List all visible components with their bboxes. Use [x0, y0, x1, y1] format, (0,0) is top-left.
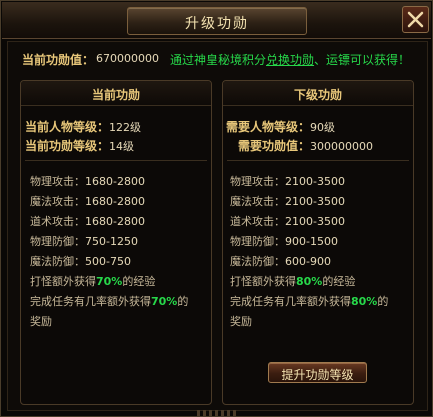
- stat-row: 物理攻击：1680-2800: [30, 173, 145, 189]
- bonus-text: 打怪额外获得: [30, 275, 96, 288]
- note-suffix: 、运镖可以获得！: [314, 53, 411, 67]
- current-merit-level-row: 当前功勋等级：14级: [25, 137, 134, 154]
- required-merit-row: 需要功勋值：300000000: [238, 137, 373, 154]
- stat-row: 魔法防御：600-900: [230, 253, 331, 269]
- current-char-level-label: 当前人物等级：: [25, 120, 110, 134]
- title-bar[interactable]: 升级功勋: [2, 2, 431, 39]
- stat-row: 物理防御：900-1500: [230, 233, 338, 249]
- stat-value: 1680-2800: [85, 195, 145, 208]
- current-merit-panel: 当前功勋 当前人物等级：122级 当前功勋等级：14级 物理攻击：1680-28…: [20, 80, 212, 405]
- quest-bonus-percent: 70%: [151, 295, 178, 308]
- stat-row: 物理防御：750-1250: [30, 233, 138, 249]
- stat-label: 魔法攻击：: [30, 195, 85, 208]
- stat-label: 魔法防御：: [230, 255, 285, 268]
- required-merit-value: 300000000: [310, 140, 374, 153]
- quest-bonus-line-2: 奖励: [30, 315, 52, 328]
- note-prefix: 通过神皇秘境积分: [170, 53, 267, 67]
- current-merit-heading: 当前功勋: [91, 88, 140, 102]
- exp-bonus-percent: 80%: [296, 275, 323, 288]
- merit-source-note: 通过神皇秘境积分兑换功勋、运镖可以获得！: [170, 51, 410, 68]
- exp-bonus-percent: 70%: [96, 275, 123, 288]
- stat-value: 2100-3500: [285, 215, 345, 228]
- quest-bonus-line: 完成任务有几率额外获得80%的: [230, 293, 388, 309]
- stat-value: 900-1500: [285, 235, 338, 248]
- upgrade-merit-button[interactable]: 提升功勋等级: [268, 362, 367, 383]
- required-char-level-value: 90级: [310, 121, 336, 134]
- next-merit-panel: 下级功勋 需要人物等级：90级 需要功勋值：300000000 物理攻击：210…: [222, 80, 414, 405]
- current-merit-label: 当前功勋值：: [22, 53, 95, 67]
- current-merit-level-value: 14级: [109, 140, 135, 153]
- bonus-text: 的: [377, 295, 389, 308]
- bonus-text: 完成任务有几率额外获得: [30, 295, 151, 308]
- exp-bonus-line: 打怪额外获得70%的经验: [30, 273, 155, 289]
- bonus-text: 完成任务有几率额外获得: [230, 295, 351, 308]
- bottom-ornament: [197, 410, 237, 416]
- exchange-merit-link[interactable]: 兑换功勋: [266, 53, 314, 67]
- title-plaque: 升级功勋: [127, 7, 307, 35]
- divider: [227, 160, 409, 161]
- next-merit-heading: 下级功勋: [293, 88, 342, 102]
- bonus-text: 的经验: [122, 275, 156, 288]
- stat-value: 1680-2800: [85, 215, 145, 228]
- current-char-level-value: 122级: [109, 121, 142, 134]
- stat-label: 魔法攻击：: [230, 195, 285, 208]
- stat-row: 魔法防御：500-750: [30, 253, 131, 269]
- close-button[interactable]: [402, 6, 429, 33]
- bonus-text: 打怪额外获得: [230, 275, 296, 288]
- stat-label: 道术攻击：: [30, 215, 85, 228]
- next-merit-header: 下级功勋: [223, 81, 413, 106]
- stat-row: 道术攻击：2100-3500: [230, 213, 345, 229]
- merit-info-row: 当前功勋值： 670000000 通过神皇秘境积分兑换功勋、运镖可以获得！: [22, 51, 422, 67]
- bonus-text: 的经验: [322, 275, 356, 288]
- stat-label: 物理攻击：: [230, 175, 285, 188]
- stat-label: 魔法防御：: [30, 255, 85, 268]
- stat-row: 物理攻击：2100-3500: [230, 173, 345, 189]
- close-icon: [407, 11, 424, 28]
- window-title: 升级功勋: [185, 16, 249, 32]
- stat-label: 物理防御：: [230, 235, 285, 248]
- stat-value: 2100-3500: [285, 175, 345, 188]
- stat-label: 物理攻击：: [30, 175, 85, 188]
- stat-value: 2100-3500: [285, 195, 345, 208]
- upgrade-merit-window: 升级功勋 当前功勋值： 670000000 通过神皇秘境积分兑换功勋、运镖可以获…: [0, 0, 433, 417]
- quest-bonus-line-2: 奖励: [230, 315, 252, 328]
- bonus-text: 的: [177, 295, 189, 308]
- current-merit-value: 670000000: [96, 52, 159, 65]
- stat-row: 魔法攻击：1680-2800: [30, 193, 145, 209]
- quest-bonus-percent: 80%: [351, 295, 378, 308]
- current-char-level-row: 当前人物等级：122级: [25, 118, 141, 135]
- required-char-level-label: 需要人物等级：: [226, 120, 311, 134]
- stat-row: 魔法攻击：2100-3500: [230, 193, 345, 209]
- stat-value: 1680-2800: [85, 175, 145, 188]
- exp-bonus-line: 打怪额外获得80%的经验: [230, 273, 355, 289]
- divider: [25, 160, 207, 161]
- required-char-level-row: 需要人物等级：90级: [226, 118, 335, 135]
- current-merit-header: 当前功勋: [21, 81, 211, 106]
- stat-row: 道术攻击：1680-2800: [30, 213, 145, 229]
- required-merit-label: 需要功勋值：: [238, 139, 311, 153]
- stat-value: 750-1250: [85, 235, 138, 248]
- current-merit-level-label: 当前功勋等级：: [25, 139, 110, 153]
- stat-value: 600-900: [285, 255, 331, 268]
- stat-label: 物理防御：: [30, 235, 85, 248]
- stat-value: 500-750: [85, 255, 131, 268]
- stat-label: 道术攻击：: [230, 215, 285, 228]
- upgrade-merit-button-label: 提升功勋等级: [281, 368, 354, 382]
- quest-bonus-line: 完成任务有几率额外获得70%的: [30, 293, 188, 309]
